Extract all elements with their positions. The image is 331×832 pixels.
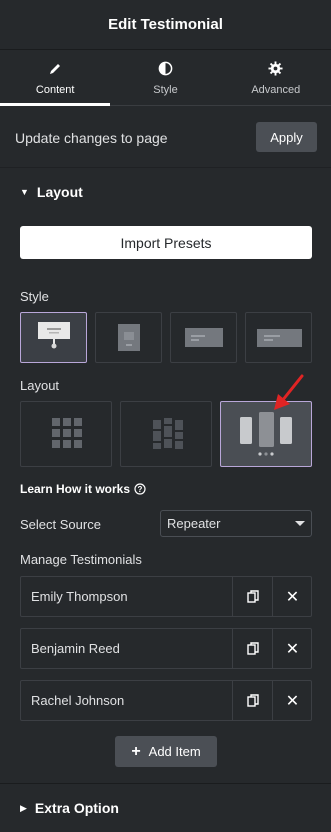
style-1-preview-icon: [38, 322, 70, 349]
gear-icon: [268, 60, 283, 78]
duplicate-button[interactable]: [232, 681, 272, 720]
apply-button[interactable]: Apply: [256, 122, 317, 152]
style-option-4[interactable]: [245, 312, 312, 363]
section-divider: [0, 783, 331, 784]
caret-right-icon: ▶: [20, 802, 27, 813]
manage-testimonials-label: Manage Testimonials: [20, 552, 142, 567]
repeater-item[interactable]: Emily Thompson ✕: [20, 576, 312, 617]
layout-label: Layout: [20, 378, 60, 393]
masonry-layout-icon: [153, 418, 183, 449]
add-item-button[interactable]: + Add Item: [115, 736, 217, 767]
close-icon: ✕: [285, 588, 300, 606]
duplicate-button[interactable]: [232, 629, 272, 668]
style-2-preview-icon: [118, 324, 140, 351]
tab-advanced-label: Advanced: [251, 83, 301, 96]
tab-style[interactable]: Style: [110, 50, 220, 105]
tab-bar: Content Style Advanced: [0, 50, 331, 106]
style-4-preview-icon: [257, 329, 302, 347]
panel-header: Edit Testimonial: [0, 0, 331, 50]
copy-icon: [246, 642, 259, 655]
repeater-item-title: Emily Thompson: [31, 589, 128, 604]
close-icon: ✕: [285, 640, 300, 658]
remove-button[interactable]: ✕: [272, 681, 312, 720]
question-circle-icon: ?: [134, 483, 146, 495]
select-source-label: Select Source: [20, 517, 101, 532]
import-presets-button[interactable]: Import Presets: [20, 226, 312, 259]
style-option-2[interactable]: [95, 312, 162, 363]
remove-button[interactable]: ✕: [272, 629, 312, 668]
layout-section-title: Layout: [36, 184, 83, 200]
tab-content-label: Content: [35, 83, 75, 96]
repeater-item[interactable]: Benjamin Reed ✕: [20, 628, 312, 669]
source-select[interactable]: Repeater: [160, 510, 312, 537]
plus-icon: +: [131, 742, 141, 760]
repeater-item-title: Benjamin Reed: [31, 641, 120, 656]
style-label: Style: [20, 289, 49, 304]
tab-advanced[interactable]: Advanced: [221, 50, 331, 105]
add-item-label: Add Item: [148, 744, 201, 759]
update-changes-text: Update changes to page: [15, 130, 168, 146]
learn-how-link[interactable]: Learn How it works ?: [20, 482, 146, 496]
close-icon: ✕: [285, 692, 300, 710]
grid-layout-icon: [52, 418, 82, 448]
extra-option-section-toggle[interactable]: ▶ Extra Option: [20, 800, 119, 816]
extra-option-title: Extra Option: [34, 800, 119, 816]
style-option-1[interactable]: [20, 312, 87, 363]
duplicate-button[interactable]: [232, 577, 272, 616]
pencil-icon: [48, 60, 62, 78]
tab-style-label: Style: [153, 83, 178, 96]
source-select-value: Repeater: [167, 516, 221, 531]
caret-down-icon: ▼: [20, 187, 29, 197]
layout-option-masonry[interactable]: [120, 401, 212, 467]
panel-title: Edit Testimonial: [108, 16, 223, 33]
style-option-3[interactable]: [170, 312, 237, 363]
layout-section-toggle[interactable]: ▼ Layout: [20, 184, 83, 200]
chevron-down-icon: [295, 521, 305, 526]
copy-icon: [246, 590, 259, 603]
red-arrow-annotation: [274, 374, 304, 410]
copy-icon: [246, 694, 259, 707]
remove-button[interactable]: ✕: [272, 577, 312, 616]
style-3-preview-icon: [185, 328, 223, 347]
svg-text:?: ?: [138, 485, 143, 494]
half-circle-icon: [158, 60, 173, 78]
layout-option-grid[interactable]: [20, 401, 112, 467]
repeater-item-title: Rachel Johnson: [31, 693, 125, 708]
repeater-item[interactable]: Rachel Johnson ✕: [20, 680, 312, 721]
learn-how-label: Learn How it works: [20, 482, 131, 496]
tab-content[interactable]: Content: [0, 50, 111, 106]
